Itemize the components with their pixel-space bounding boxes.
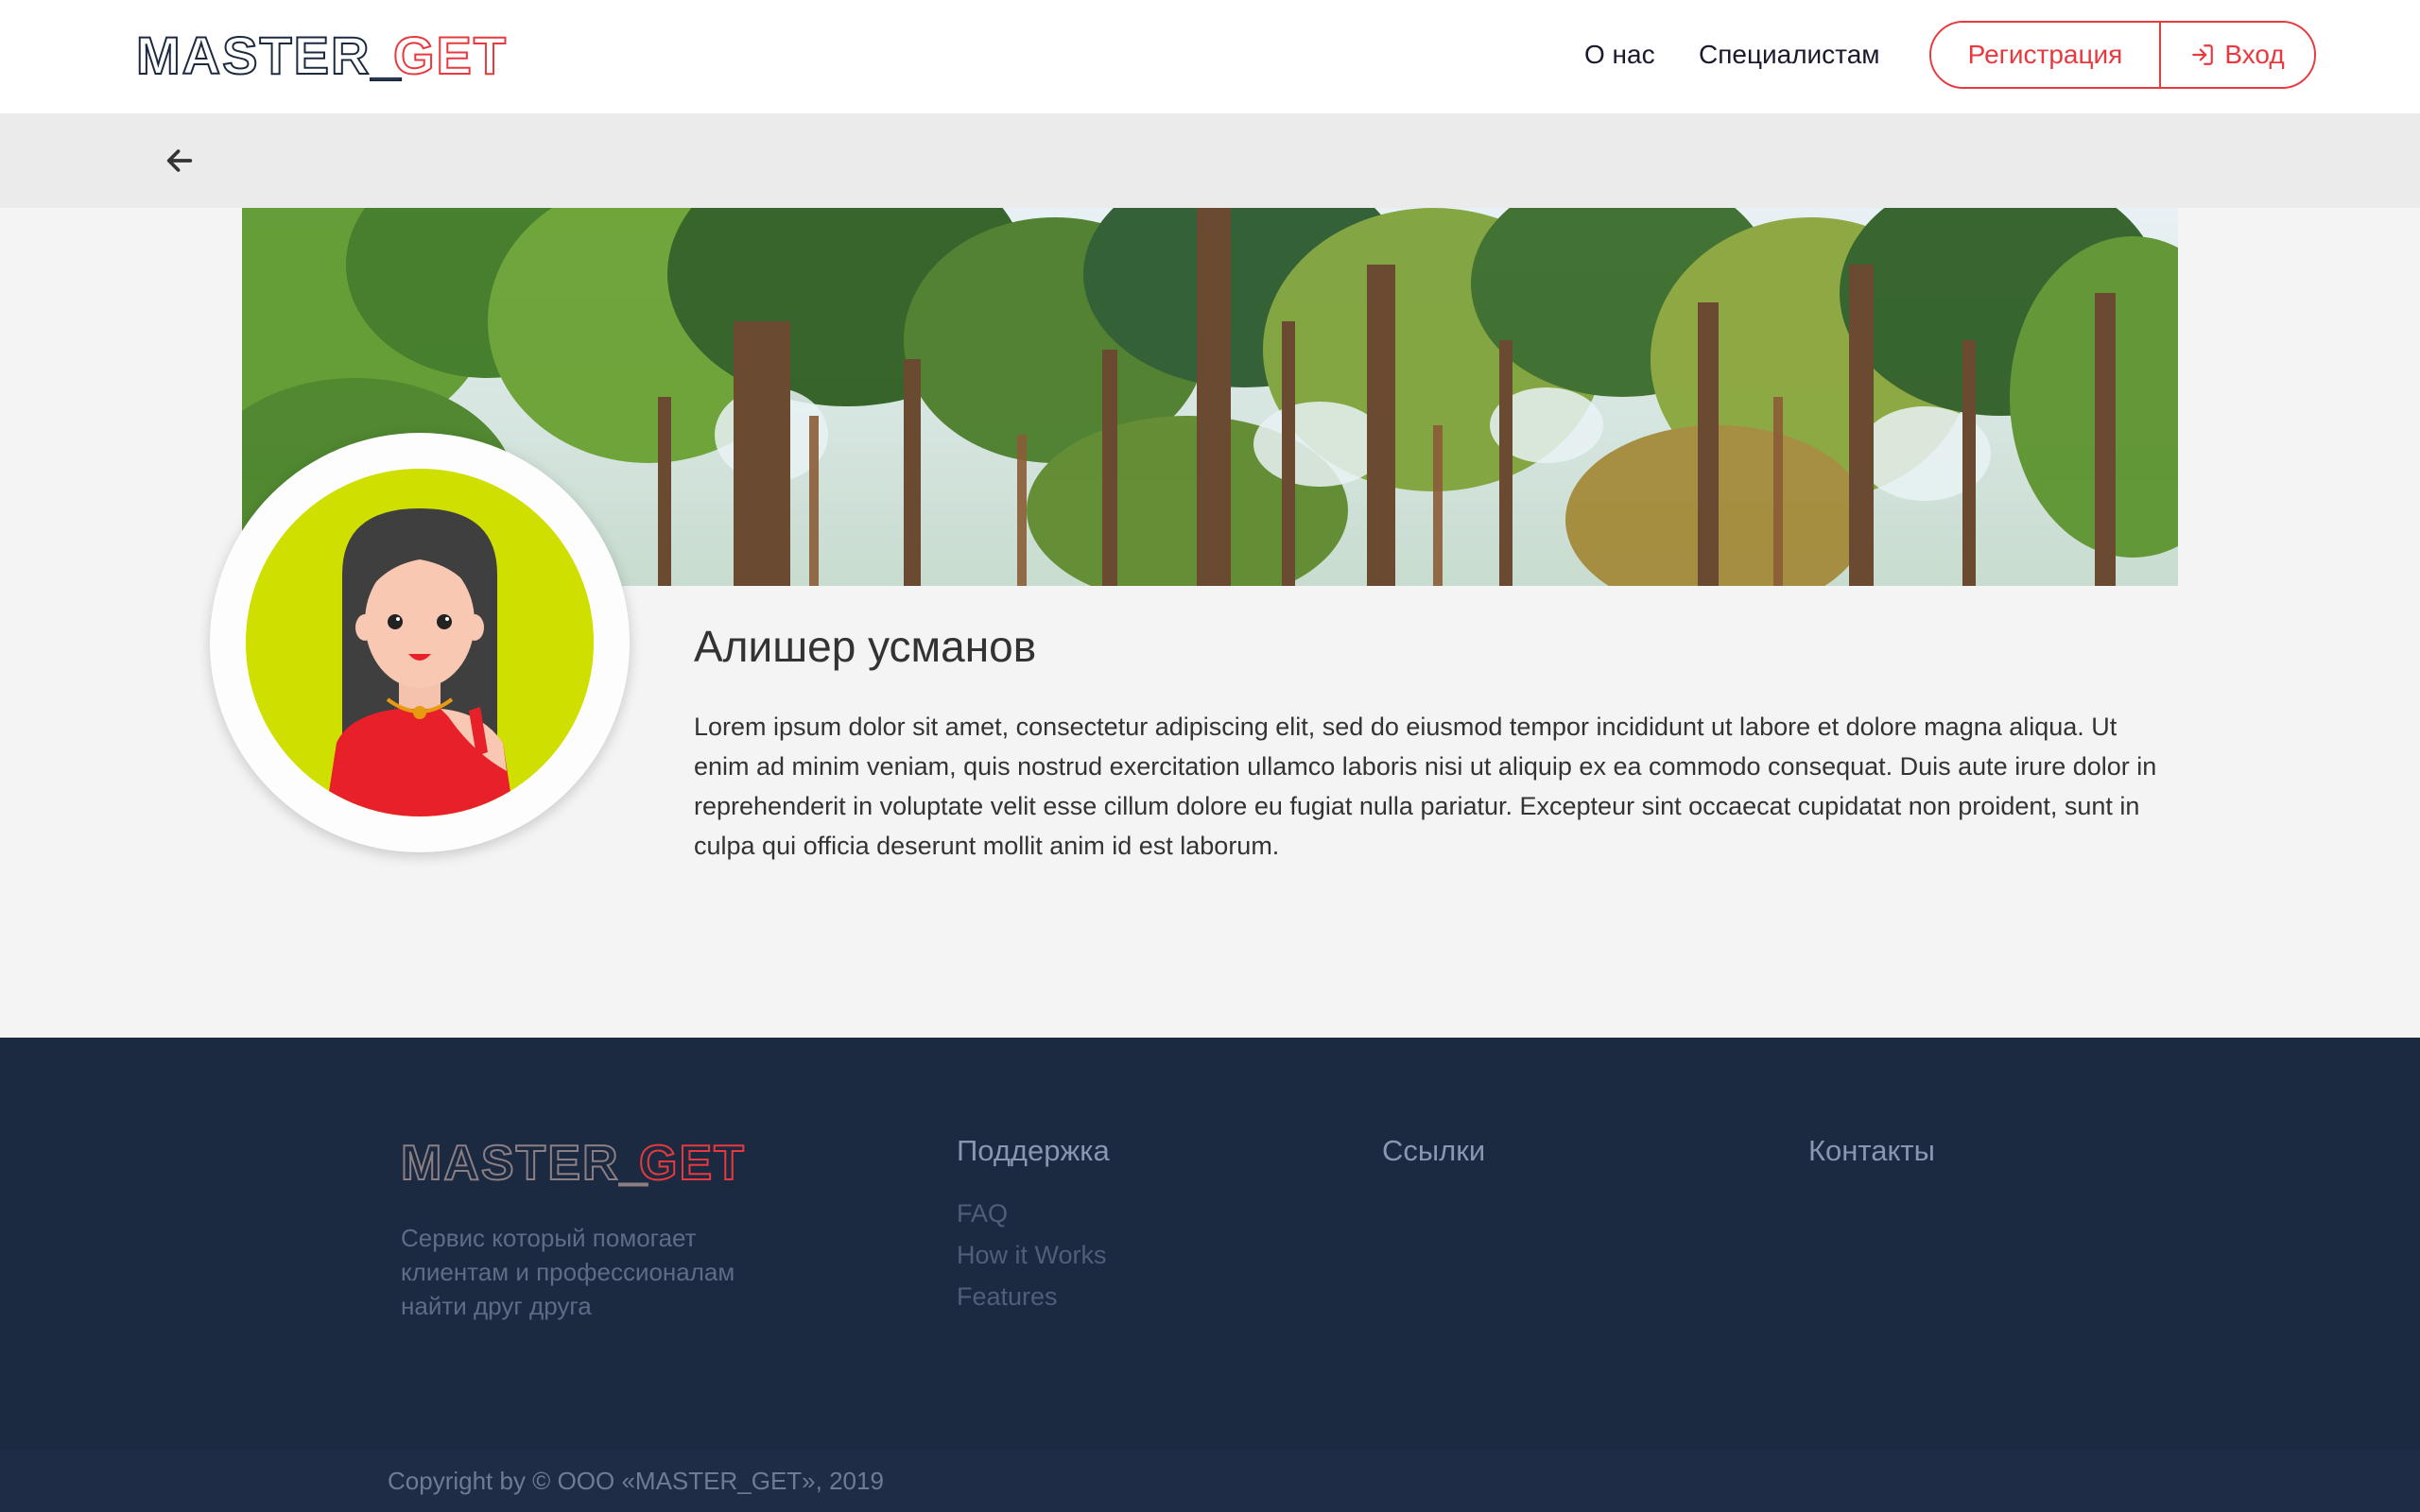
nav-link-about[interactable]: О нас	[1584, 38, 1655, 72]
login-label: Вход	[2224, 40, 2285, 69]
copyright-text: Copyright by © ООО «MASTER_GET», 2019	[388, 1467, 884, 1495]
footer-support-links: FAQ How it Works Features	[957, 1193, 1107, 1317]
nav-link-specialists[interactable]: Специалистам	[1699, 38, 1880, 72]
footer-description: Сервис который помогает клиентам и профе…	[401, 1224, 735, 1320]
login-button[interactable]: Вход	[2161, 23, 2314, 87]
footer-logo-text-accent: GET	[639, 1136, 746, 1189]
back-button[interactable]	[161, 142, 199, 180]
main-nav: О нас Специалистам Регистрация Вход	[0, 0, 2420, 113]
footer-contacts-title: Контакты	[1808, 1134, 1935, 1167]
auth-button-group: Регистрация Вход	[1929, 21, 2316, 89]
arrow-left-icon	[164, 145, 196, 177]
profile-avatar	[210, 433, 630, 852]
navigation-subbar	[0, 113, 2420, 208]
footer-logo[interactable]: MASTER_ GET	[400, 1132, 760, 1194]
avatar-illustration	[246, 469, 594, 816]
footer-link-how-it-works[interactable]: How it Works	[957, 1234, 1107, 1276]
footer-link-features[interactable]: Features	[957, 1276, 1107, 1317]
register-label: Регистрация	[1967, 40, 2123, 69]
profile-name: Алишер усманов	[694, 622, 1037, 671]
profile-bio: Lorem ipsum dolor sit amet, consectetur …	[694, 713, 2157, 860]
site-footer: MASTER_ GET Сервис который помогает клие…	[0, 1038, 2420, 1450]
copyright-bar: Copyright by © ООО «MASTER_GET», 2019	[0, 1450, 2420, 1512]
footer-links-title: Ссылки	[1382, 1134, 1486, 1167]
footer-logo-text-primary: MASTER_	[401, 1136, 648, 1189]
login-icon	[2190, 43, 2215, 67]
register-button[interactable]: Регистрация	[1931, 23, 2161, 87]
footer-support-title: Поддержка	[957, 1134, 1110, 1167]
footer-link-faq[interactable]: FAQ	[957, 1193, 1107, 1234]
top-header: MASTER_ GET О нас Специалистам Регистрац…	[0, 0, 2420, 113]
